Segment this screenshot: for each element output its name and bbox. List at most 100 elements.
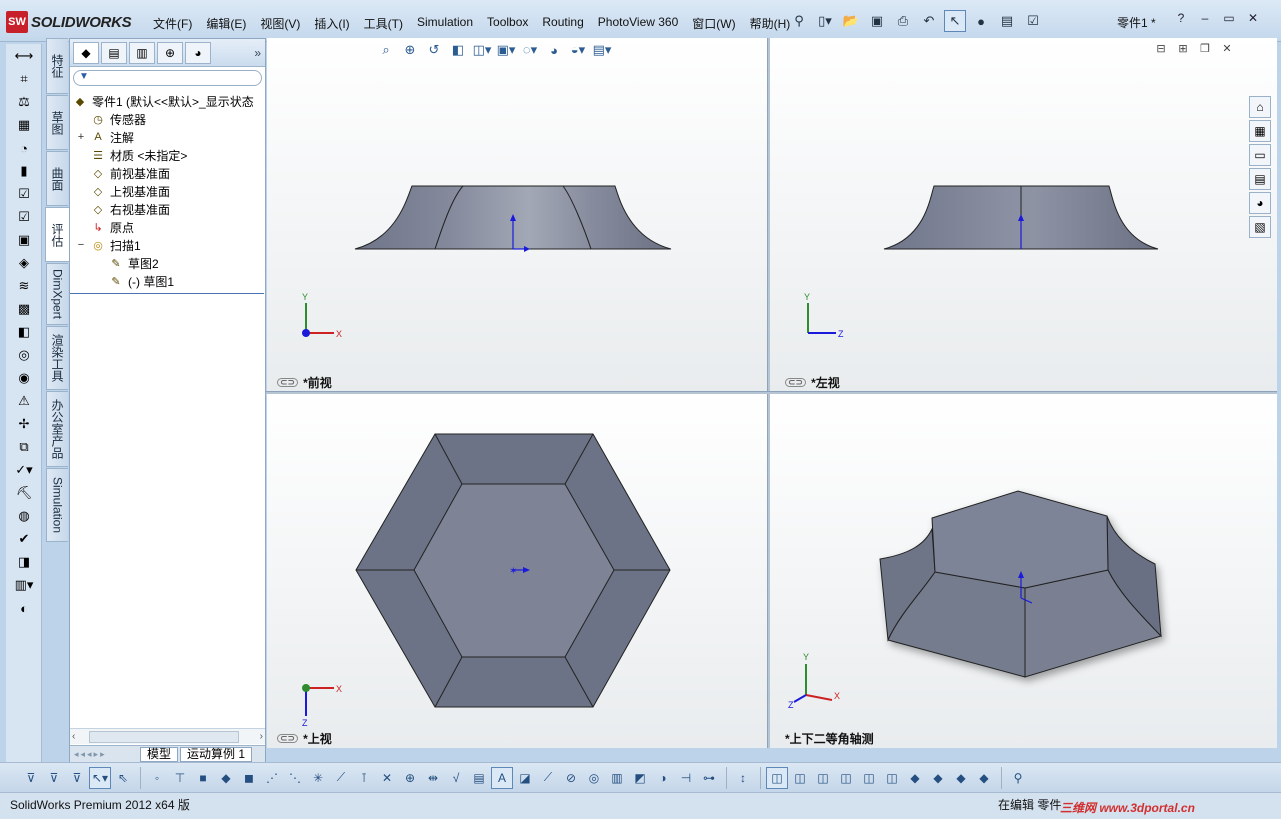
print-button[interactable]: ⎙ bbox=[892, 10, 914, 32]
undercut-icon[interactable]: ◧ bbox=[10, 321, 38, 343]
view-settings-icon[interactable]: ▤▾ bbox=[590, 40, 614, 60]
menu-file[interactable]: 文件(F) bbox=[146, 13, 199, 34]
filter-axes-icon[interactable]: ⋰ bbox=[261, 767, 283, 789]
dimetric-view-icon[interactable]: ◫ bbox=[812, 767, 834, 789]
resources-icon[interactable]: ▦ bbox=[1249, 120, 1271, 142]
filter-routing-points-icon[interactable]: ⊣ bbox=[675, 767, 697, 789]
split-view-icon[interactable]: ⊞ bbox=[1172, 42, 1194, 58]
tree-item-front-plane[interactable]: ◇ 前视基准面 bbox=[70, 164, 265, 182]
tree-item-sweep[interactable]: − ◎ 扫描1 bbox=[70, 236, 265, 254]
previous-view-icon[interactable]: ↺ bbox=[422, 40, 446, 60]
view-orientation-icon[interactable]: ◫▾ bbox=[470, 40, 494, 60]
menu-simulation[interactable]: Simulation bbox=[410, 13, 480, 34]
warning-icon[interactable]: ⚠ bbox=[10, 390, 38, 412]
split-icon[interactable]: ✢ bbox=[10, 413, 38, 435]
right-view-icon[interactable]: ◆ bbox=[904, 767, 926, 789]
link-views-icon[interactable]: ⊂⊃ bbox=[785, 378, 807, 387]
filter-edges-icon[interactable]: ⊤ bbox=[169, 767, 191, 789]
filter-center-marks-icon[interactable]: ✕ bbox=[376, 767, 398, 789]
isometric-view-icon[interactable]: ◫ bbox=[766, 766, 788, 789]
menu-routing[interactable]: Routing bbox=[535, 13, 590, 34]
tree-item-sketch2[interactable]: ✎ 草图2 bbox=[70, 254, 265, 272]
scroll-thumb[interactable] bbox=[89, 730, 240, 743]
feature-tree-tab-icon[interactable]: ◆ bbox=[73, 41, 99, 64]
filter-vertices-icon[interactable]: ◦ bbox=[146, 767, 168, 789]
tab-dimxpert[interactable]: DimXpert bbox=[46, 263, 68, 325]
costing-icon[interactable]: ◨ bbox=[10, 551, 38, 573]
tab-features[interactable]: 特征 bbox=[46, 38, 68, 94]
curvature-icon[interactable]: ◈ bbox=[10, 252, 38, 274]
trimetric-view-icon[interactable]: ◫ bbox=[789, 767, 811, 789]
filter-dimensions-icon[interactable]: ⇹ bbox=[422, 767, 444, 789]
home-icon[interactable]: ⌂ bbox=[1249, 96, 1271, 118]
filter-centerline-icon[interactable]: ⊕ bbox=[399, 767, 421, 789]
tree-item-annotations[interactable]: + A 注解 bbox=[70, 128, 265, 146]
property-manager-tab-icon[interactable]: ▤ bbox=[101, 41, 127, 64]
menu-insert[interactable]: 插入(I) bbox=[307, 13, 356, 34]
tab-simulation[interactable]: Simulation bbox=[46, 468, 68, 542]
filter-connection-points-icon[interactable]: ◑ bbox=[652, 767, 674, 789]
dimxpert-manager-tab-icon[interactable]: ⊕ bbox=[157, 41, 183, 64]
filter-mid-surfaces-icon[interactable]: ⊶ bbox=[698, 767, 720, 789]
tree-root[interactable]: ◆ 零件1 (默认<<默认>_显示状态 bbox=[70, 92, 265, 110]
design-library-icon[interactable]: ▭ bbox=[1249, 144, 1271, 166]
tab-motion-study[interactable]: 运动算例 1 bbox=[180, 746, 253, 762]
filter-sketch-segments-icon[interactable]: ⟋ bbox=[330, 767, 352, 789]
close-button[interactable]: ✕ bbox=[1242, 11, 1264, 29]
normal-to-icon[interactable]: ↕ bbox=[732, 767, 754, 789]
tab-evaluate[interactable]: 评估 bbox=[45, 207, 69, 262]
file-properties-button[interactable]: ▤ bbox=[996, 10, 1018, 32]
rebuild-icon[interactable]: ● bbox=[970, 10, 992, 32]
tree-item-sketch1[interactable]: ✎ (-) 草图1 bbox=[70, 272, 265, 290]
restore-view-icon[interactable]: ❐ bbox=[1194, 42, 1216, 58]
menu-edit[interactable]: 编辑(E) bbox=[199, 13, 253, 34]
menu-tools[interactable]: 工具(T) bbox=[357, 13, 410, 34]
filter-datum-targets-icon[interactable]: ⊘ bbox=[560, 767, 582, 789]
simulation-xpress-icon[interactable]: ⛏ bbox=[10, 482, 38, 504]
new-document-button[interactable]: ▯▾ bbox=[814, 10, 836, 32]
expand-chevron-icon[interactable]: » bbox=[254, 46, 261, 60]
tree-item-sensors[interactable]: ◷ 传感器 bbox=[70, 110, 265, 128]
viewport-left[interactable]: Y Z ⊂⊃ *左视 bbox=[770, 38, 1277, 391]
sensor-icon[interactable]: ◔ bbox=[10, 137, 38, 159]
viewport-splitter-horizontal[interactable] bbox=[266, 391, 1277, 394]
parting-line-icon[interactable]: ◎ bbox=[10, 344, 38, 366]
menu-toolbox[interactable]: Toolbox bbox=[480, 13, 535, 34]
tab-navigation-arrows-icon[interactable]: ◂◂◂▸▸ bbox=[70, 749, 140, 760]
sustainability-icon[interactable]: ▥▾ bbox=[10, 574, 38, 596]
tab-model[interactable]: 模型 bbox=[140, 746, 179, 762]
collapse-minus-icon[interactable]: − bbox=[76, 238, 86, 252]
back-view-icon[interactable]: ◫ bbox=[858, 767, 880, 789]
filter-geometric-tolerance-icon[interactable]: ▤ bbox=[468, 767, 490, 789]
filter-midpoints-icon[interactable]: ⊺ bbox=[353, 767, 375, 789]
hide-show-items-icon[interactable]: ◌▾ bbox=[518, 40, 542, 60]
display-manager-tab-icon[interactable]: ◕ bbox=[185, 41, 211, 64]
menu-photoview[interactable]: PhotoView 360 bbox=[591, 13, 686, 34]
filter-clear-icon[interactable]: ⊽ bbox=[66, 767, 88, 789]
filter-surfaces-icon[interactable]: ◆ bbox=[215, 767, 237, 789]
flow-xpress-icon[interactable]: ◍ bbox=[10, 505, 38, 527]
front-view-icon[interactable]: ◫ bbox=[835, 767, 857, 789]
minimize-button[interactable]: – bbox=[1194, 11, 1216, 29]
bottom-view-icon[interactable]: ◆ bbox=[950, 767, 972, 789]
zebra-stripes-icon[interactable]: ≋ bbox=[10, 275, 38, 297]
tab-surfaces[interactable]: 曲面 bbox=[46, 151, 68, 206]
link-views-icon[interactable]: ⊂⊃ bbox=[277, 378, 299, 387]
menu-view[interactable]: 视图(V) bbox=[253, 13, 307, 34]
toolbox-icon[interactable]: ⚲ bbox=[1007, 767, 1029, 789]
statistics-icon[interactable]: ▮ bbox=[10, 160, 38, 182]
single-view-icon[interactable]: ◆ bbox=[973, 767, 995, 789]
options-button[interactable]: ☑ bbox=[1022, 10, 1044, 32]
tree-item-top-plane[interactable]: ◇ 上视基准面 bbox=[70, 182, 265, 200]
pin-icon[interactable]: ⚲ bbox=[788, 10, 810, 32]
zoom-to-area-icon[interactable]: ⊕ bbox=[398, 40, 422, 60]
thickness-analysis-icon[interactable]: ▣ bbox=[10, 229, 38, 251]
scroll-right-icon[interactable]: › bbox=[260, 731, 265, 742]
scroll-left-icon[interactable]: ‹ bbox=[70, 731, 75, 742]
filter-solids-icon[interactable]: ◼ bbox=[238, 767, 260, 789]
link-views-icon[interactable]: ⊂⊃ bbox=[277, 734, 299, 743]
filter-faces-icon[interactable]: ■ bbox=[192, 767, 214, 789]
section-view-icon[interactable]: ◧ bbox=[446, 40, 470, 60]
filter-datum-features-icon[interactable]: ◪ bbox=[514, 767, 536, 789]
filter-blocks-icon[interactable]: ▥ bbox=[606, 767, 628, 789]
